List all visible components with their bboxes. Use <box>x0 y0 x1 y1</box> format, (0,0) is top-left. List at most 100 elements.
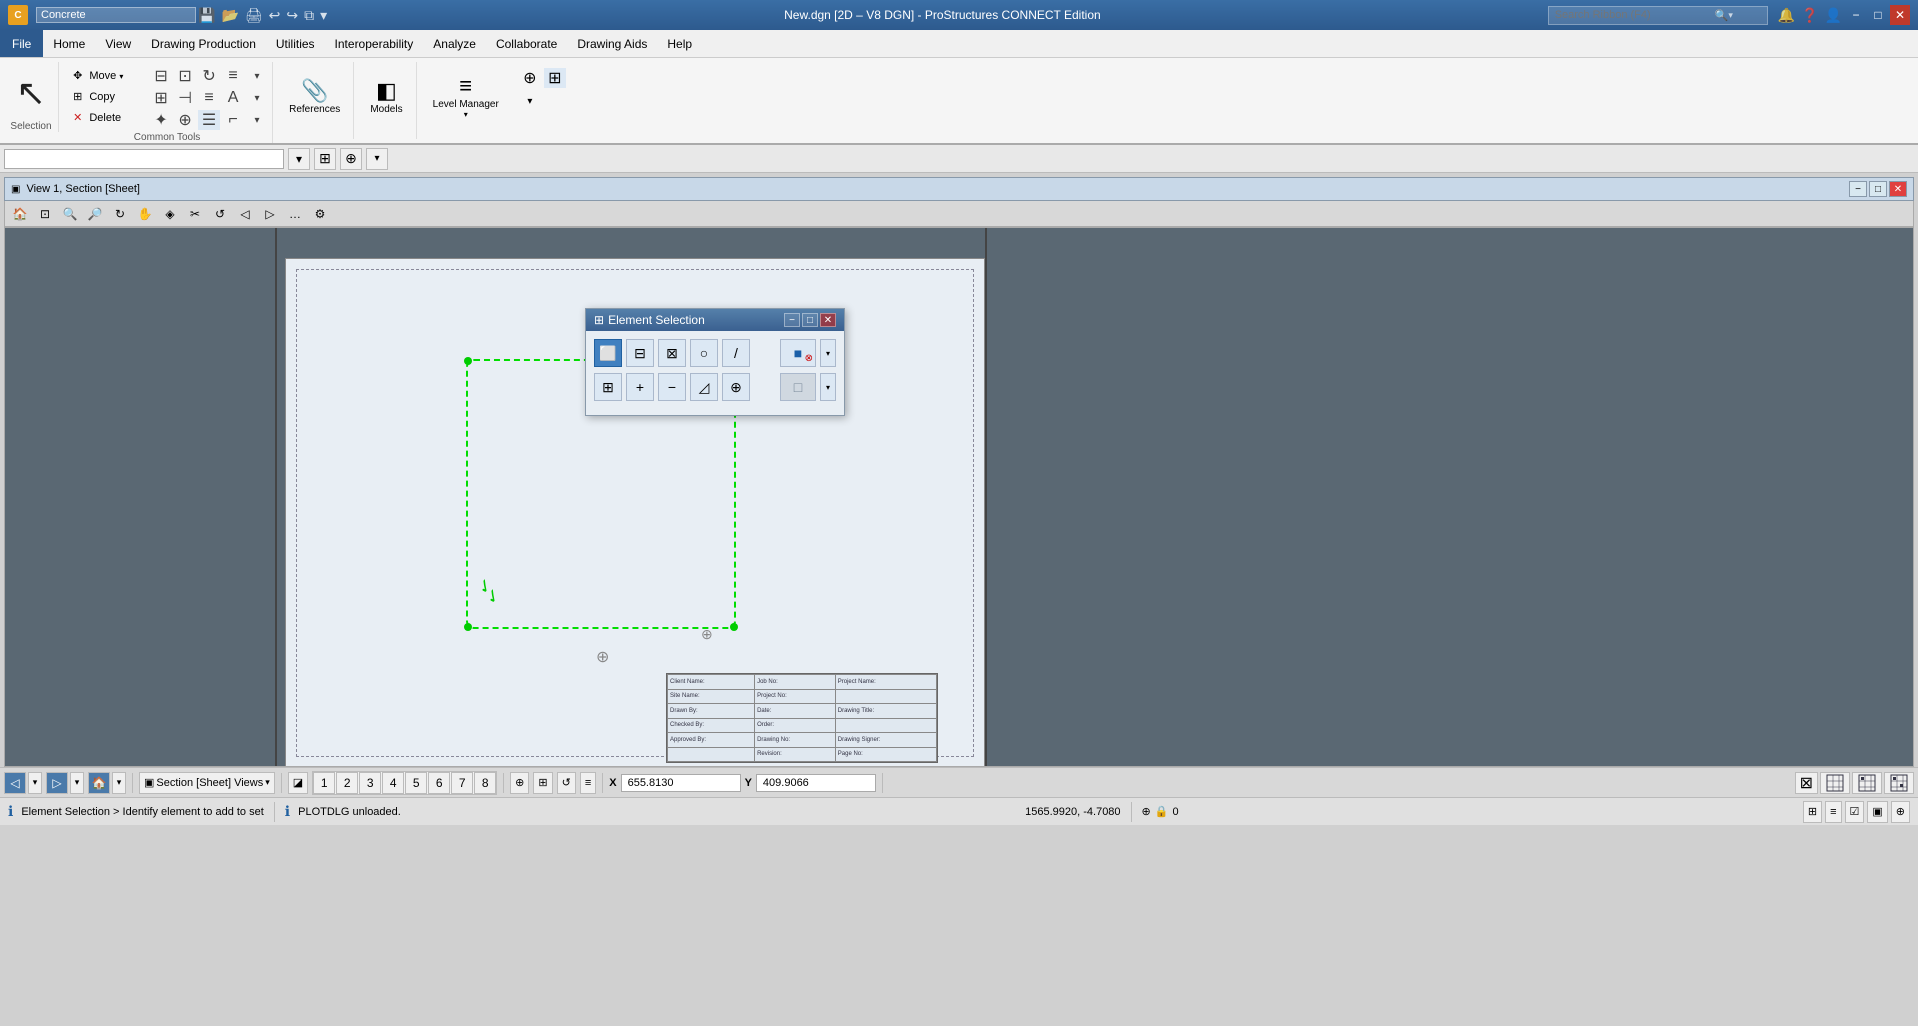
empty-selection-button[interactable]: □ <box>780 373 816 401</box>
dialog-minimize-button[interactable]: − <box>784 313 800 327</box>
text-icon[interactable]: A <box>222 88 244 108</box>
dialog-close-button[interactable]: ✕ <box>820 313 836 327</box>
level-manager-button[interactable]: ≡ Level Manager ▾ <box>426 66 506 126</box>
search-icon[interactable]: 🔍 <box>1715 9 1729 22</box>
mirror-icon[interactable]: ⊣ <box>174 88 196 108</box>
page-5-button[interactable]: 5 <box>405 772 427 794</box>
select-target-button[interactable]: ⊕ <box>722 373 750 401</box>
handle-bottom-right[interactable] <box>730 623 738 631</box>
status-btn-3[interactable]: ☑ <box>1845 801 1865 823</box>
scale-icon[interactable]: ⊡ <box>174 66 196 86</box>
move-button[interactable]: ✥ Move ▾ <box>66 66 146 85</box>
page-6-button[interactable]: 6 <box>428 772 450 794</box>
nav-forward-button[interactable]: ▷ <box>46 772 68 794</box>
references-button[interactable]: 📎 References <box>282 66 347 126</box>
grid-view-3-button[interactable] <box>1884 772 1914 794</box>
help-icon[interactable]: ❓ <box>1799 7 1820 24</box>
fence-icon[interactable]: ⧉ <box>302 7 316 24</box>
copy-button[interactable]: ⊞ Copy <box>66 87 146 106</box>
grid-view-2-button[interactable] <box>1852 772 1882 794</box>
view-fit-icon[interactable]: ⊕ <box>519 68 541 88</box>
view-minimize-button[interactable]: − <box>1849 181 1867 197</box>
toggle-icon-button[interactable]: ↺ <box>557 772 576 794</box>
nav-home-button[interactable]: 🏠 <box>88 772 110 794</box>
nav-forward-dropdown[interactable]: ▾ <box>70 772 84 794</box>
select-block-button[interactable]: ⊟ <box>626 339 654 367</box>
menu-file[interactable]: File <box>0 30 43 57</box>
menu-collaborate[interactable]: Collaborate <box>486 30 567 57</box>
close-button[interactable]: ✕ <box>1890 5 1910 25</box>
dropdown-button[interactable]: ▾ <box>288 148 310 170</box>
nav-back-button[interactable]: ◁ <box>4 772 26 794</box>
menu-view[interactable]: View <box>95 30 141 57</box>
undo-icon[interactable]: ↩ <box>267 7 283 24</box>
align-icon[interactable]: ≡ <box>198 88 220 108</box>
select-circle-button[interactable]: ○ <box>690 339 718 367</box>
menu-drawing-production[interactable]: Drawing Production <box>141 30 266 57</box>
remove-from-set-button[interactable]: − <box>658 373 686 401</box>
view-zoom-in-button[interactable]: 🔍 <box>59 204 81 224</box>
deselect-dropdown[interactable]: ▾ <box>820 339 836 367</box>
view-zoom-out-button[interactable]: 🔎 <box>84 204 106 224</box>
page-4-button[interactable]: 4 <box>382 772 404 794</box>
view-scroll-right[interactable]: ▷ <box>259 204 281 224</box>
view-clip-button[interactable]: ✂ <box>184 204 206 224</box>
print-icon[interactable]: 🖨 <box>243 7 265 24</box>
user-icon[interactable]: 👤 <box>1823 7 1844 24</box>
status-btn-5[interactable]: ⊕ <box>1891 801 1910 823</box>
view-controls-dropdown[interactable]: ▾ <box>366 148 388 170</box>
selection-cursor-icon[interactable]: ↖ <box>16 75 46 111</box>
select-polygon-button[interactable]: / <box>722 339 750 367</box>
view-render-button[interactable]: ◈ <box>159 204 181 224</box>
view-settings[interactable]: ⚙ <box>309 204 331 224</box>
view-selector-dropdown[interactable]: ▾ <box>265 777 270 788</box>
delete-button[interactable]: ✕ Delete <box>66 108 146 127</box>
menu-drawing-aids[interactable]: Drawing Aids <box>567 30 657 57</box>
open-icon[interactable]: 📂 <box>219 7 240 24</box>
view-home-button[interactable]: 🏠 <box>9 204 31 224</box>
view-selector-button[interactable]: ▣ Section [Sheet] Views ▾ <box>139 772 275 794</box>
redo-icon[interactable]: ↪ <box>284 7 300 24</box>
view-update-button[interactable]: ↺ <box>209 204 231 224</box>
deselect-button[interactable]: ■ ⊗ <box>780 339 816 367</box>
properties-dropdown[interactable]: ▾ <box>246 66 268 86</box>
update-sheet-button[interactable]: ◪ <box>288 772 308 794</box>
page-8-button[interactable]: 8 <box>474 772 496 794</box>
view-rotate-button[interactable]: ↻ <box>109 204 131 224</box>
menu-home[interactable]: Home <box>43 30 95 57</box>
search-ribbon-input[interactable] <box>1555 9 1715 21</box>
view-close-button[interactable]: ✕ <box>1889 181 1907 197</box>
tools-dropdown[interactable]: ▾ <box>246 88 268 108</box>
snap-tools-button[interactable]: ⊞ <box>314 148 336 170</box>
menu-utilities[interactable]: Utilities <box>266 30 325 57</box>
construction-icon[interactable]: ⊕ <box>174 110 196 130</box>
array-icon[interactable]: ⊞ <box>150 88 172 108</box>
grid-view-1-button[interactable] <box>1820 772 1850 794</box>
status-btn-1[interactable]: ⊞ <box>1803 801 1822 823</box>
minimize-button[interactable]: − <box>1846 5 1866 25</box>
app-name-input[interactable] <box>36 7 196 23</box>
select-by-rect-button[interactable]: ⬜ <box>594 339 622 367</box>
level-manager-dropdown[interactable]: ▾ <box>464 110 468 119</box>
view-layers-button[interactable]: ≡ <box>580 772 596 794</box>
page-3-button[interactable]: 3 <box>359 772 381 794</box>
restore-button[interactable]: □ <box>1868 5 1888 25</box>
nav-back-dropdown[interactable]: ▾ <box>28 772 42 794</box>
nav-home-dropdown[interactable]: ▾ <box>112 772 126 794</box>
page-7-button[interactable]: 7 <box>451 772 473 794</box>
view-fit-button[interactable]: ⊡ <box>34 204 56 224</box>
chamfer-icon[interactable]: ⌐ <box>222 110 244 130</box>
isometric-view-button[interactable]: ⊠ <box>1795 772 1818 794</box>
page-2-button[interactable]: 2 <box>336 772 358 794</box>
models-button[interactable]: ◧ Models <box>363 66 409 126</box>
empty-sel-dropdown[interactable]: ▾ <box>820 373 836 401</box>
select-diagonal-button[interactable]: ◿ <box>690 373 718 401</box>
menu-help[interactable]: Help <box>657 30 702 57</box>
notification-icon[interactable]: 🔔 <box>1776 7 1797 24</box>
save-icon[interactable]: 💾 <box>196 7 217 24</box>
select-fence-button[interactable]: ⊠ <box>658 339 686 367</box>
y-coord-field[interactable] <box>756 774 876 792</box>
menu-analyze[interactable]: Analyze <box>423 30 486 57</box>
view-drop-icon[interactable]: ▾ <box>519 91 541 111</box>
more-icon[interactable]: ▾ <box>318 7 329 24</box>
